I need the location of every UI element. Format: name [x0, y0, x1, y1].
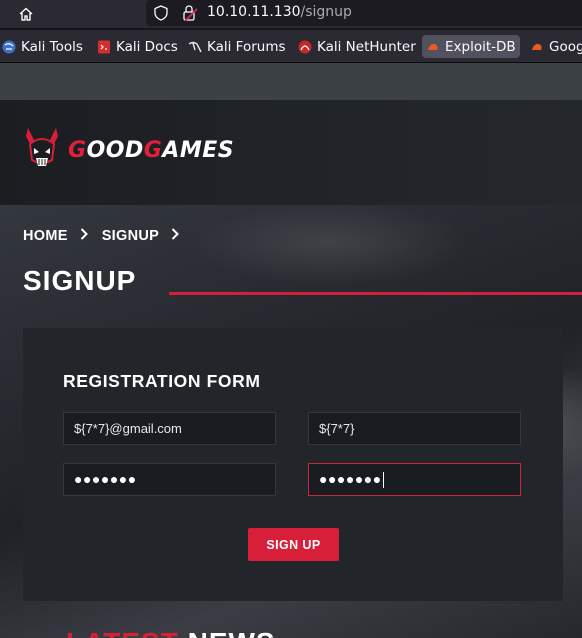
confirm-password-value: ●●●●●●●: [319, 471, 382, 487]
chevron-right-icon: [171, 228, 180, 244]
breadcrumb-home[interactable]: HOME: [23, 228, 68, 244]
confirm-password-field[interactable]: ●●●●●●●: [308, 463, 521, 496]
password-field[interactable]: ●●●●●●●: [63, 463, 276, 496]
registration-card: REGISTRATION FORM ${7*7}@gmail.com ${7*7…: [23, 328, 563, 601]
bookmark-kali-forums[interactable]: Kali Forums: [188, 35, 286, 58]
url-text: 10.10.11.130/signup: [207, 4, 352, 20]
bookmarks-bar: Kali Tools Kali Docs Kali Forums Kali Ne…: [0, 30, 582, 63]
site-header: GOODGAMES: [0, 100, 582, 205]
exploit-db-icon: [530, 40, 544, 54]
browser-toolbar: 10.10.11.130/signup: [0, 0, 582, 28]
site-logo[interactable]: GOODGAMES: [22, 128, 234, 178]
kali-nethunter-icon: [298, 40, 312, 54]
bookmark-kali-docs[interactable]: Kali Docs: [97, 35, 178, 58]
breadcrumb-signup[interactable]: SIGNUP: [102, 228, 159, 244]
top-strip: [0, 63, 582, 100]
bookmark-kali-tools[interactable]: Kali Tools: [2, 35, 83, 58]
kali-tools-icon: [2, 40, 16, 54]
skull-logo-icon: [26, 128, 58, 166]
home-icon[interactable]: [14, 3, 38, 25]
url-host: 10.10.11.130: [207, 4, 301, 20]
bookmark-label: Exploit-DB: [445, 38, 516, 55]
kali-docs-icon: [97, 40, 111, 54]
exploit-db-icon: [426, 40, 440, 54]
url-path: /signup: [300, 4, 352, 20]
bookmark-google[interactable]: Goog: [530, 35, 582, 58]
address-bar[interactable]: 10.10.11.130/signup: [146, 0, 582, 26]
page-title: SIGNUP: [23, 265, 137, 296]
logo-letter: AMES: [162, 138, 235, 163]
lock-warning-icon[interactable]: [182, 4, 198, 26]
text-caret: [382, 472, 384, 489]
bookmark-label: Kali Forums: [207, 38, 286, 55]
latest-news-heading: LATEST NEWS: [66, 627, 276, 638]
bookmark-label: Kali Docs: [116, 38, 178, 55]
bookmark-label: Kali Tools: [21, 38, 83, 55]
bookmark-label: Goog: [549, 38, 582, 55]
heading-accent: LATEST: [66, 627, 179, 638]
signup-button[interactable]: SIGN UP: [248, 528, 339, 561]
bookmark-kali-nethunter[interactable]: Kali NetHunter: [298, 35, 416, 58]
shield-icon[interactable]: [154, 5, 168, 25]
bookmark-label: Kali NetHunter: [317, 38, 416, 55]
page: GOODGAMES HOME SIGNUP SIGNUP REGISTRATIO…: [0, 63, 582, 638]
kali-forums-icon: [188, 40, 202, 54]
logo-letter: G: [68, 138, 87, 163]
breadcrumb: HOME SIGNUP: [23, 228, 193, 244]
email-field[interactable]: ${7*7}@gmail.com: [63, 412, 276, 445]
heading-rest: NEWS: [179, 627, 276, 638]
chevron-right-icon: [80, 228, 88, 244]
form-title: REGISTRATION FORM: [63, 371, 261, 391]
logo-letter: G: [143, 138, 163, 163]
username-field[interactable]: ${7*7}: [308, 412, 521, 445]
title-divider: [169, 292, 582, 295]
logo-wordmark: GOODGAMES: [68, 138, 234, 163]
bookmark-exploit-db[interactable]: Exploit-DB: [422, 35, 520, 58]
logo-letter: OOD: [86, 138, 144, 163]
